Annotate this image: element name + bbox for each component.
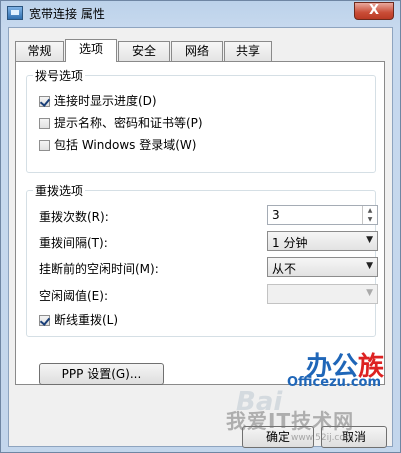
- redial-if-dropped-checkbox[interactable]: 断线重拨(L): [39, 312, 118, 328]
- site-watermark: 我爱IT技术网: [226, 409, 355, 433]
- network-connection-icon: [7, 6, 23, 20]
- chevron-down-icon: ▼: [366, 288, 373, 298]
- tab-networking[interactable]: 网络: [171, 41, 223, 61]
- redial-interval-label: 重拨间隔(T):: [39, 236, 108, 250]
- options-panel: 拨号选项 连接时显示进度(D) 提示名称、密码和证书等(P) 包括 Window…: [15, 61, 385, 385]
- prompt-credentials-label: 提示名称、密码和证书等(P): [54, 116, 203, 130]
- checkbox-checked-icon[interactable]: [39, 315, 50, 326]
- redial-options-title: 重拨选项: [33, 182, 86, 199]
- site-watermark-url: www.52ij.com: [291, 433, 354, 443]
- properties-window: 宽带连接 属性 X 常规 选项 安全 网络 共享 拨号选项 连接时显示进度(D)…: [0, 0, 401, 453]
- tab-sharing[interactable]: 共享: [224, 41, 272, 61]
- include-domain-checkbox[interactable]: 包括 Windows 登录域(W): [39, 137, 196, 153]
- redial-options-group: 重拨选项 重拨次数(R): 3 ▲ ▼ 重拨间隔(T): 1 分钟 ▼ 挂断前的…: [26, 182, 378, 337]
- window-title: 宽带连接 属性: [29, 7, 105, 21]
- redial-attempts-value: 3: [272, 208, 280, 222]
- spin-up-icon[interactable]: ▲: [363, 206, 377, 215]
- dial-options-group: 拨号选项 连接时显示进度(D) 提示名称、密码和证书等(P) 包括 Window…: [26, 67, 376, 173]
- redial-attempts-stepper[interactable]: 3 ▲ ▼: [267, 205, 378, 225]
- idle-threshold-select[interactable]: ▼: [267, 284, 378, 304]
- checkbox-checked-icon[interactable]: [39, 96, 50, 107]
- prompt-credentials-checkbox[interactable]: 提示名称、密码和证书等(P): [39, 115, 203, 131]
- include-domain-label: 包括 Windows 登录域(W): [54, 138, 197, 152]
- idle-hangup-select[interactable]: 从不 ▼: [267, 257, 378, 277]
- tab-options[interactable]: 选项: [65, 39, 117, 62]
- redial-if-dropped-label: 断线重拨(L): [54, 313, 119, 327]
- idle-hangup-value: 从不: [272, 262, 297, 276]
- stepper-buttons: ▲ ▼: [362, 206, 377, 224]
- officezu-watermark-url: Officezu.com: [287, 375, 382, 390]
- show-progress-checkbox[interactable]: 连接时显示进度(D): [39, 93, 157, 109]
- checkbox-unchecked-icon[interactable]: [39, 118, 50, 129]
- checkbox-unchecked-icon[interactable]: [39, 140, 50, 151]
- close-button[interactable]: X: [354, 2, 394, 20]
- redial-interval-value: 1 分钟: [272, 236, 308, 250]
- dial-options-title: 拨号选项: [33, 67, 86, 84]
- redial-attempts-label: 重拨次数(R):: [39, 210, 109, 224]
- chevron-down-icon: ▼: [366, 261, 373, 271]
- ppp-settings-button[interactable]: PPP 设置(G)...: [39, 363, 164, 385]
- show-progress-label: 连接时显示进度(D): [54, 94, 157, 108]
- tab-security[interactable]: 安全: [118, 41, 170, 61]
- spin-down-icon[interactable]: ▼: [363, 215, 377, 224]
- idle-threshold-label: 空闲阈值(E):: [39, 289, 108, 303]
- chevron-down-icon: ▼: [366, 235, 373, 245]
- title-bar[interactable]: 宽带连接 属性 X: [1, 1, 400, 27]
- redial-interval-select[interactable]: 1 分钟 ▼: [267, 231, 378, 251]
- tab-general[interactable]: 常规: [15, 41, 64, 61]
- idle-hangup-label: 挂断前的空闲时间(M):: [39, 262, 159, 276]
